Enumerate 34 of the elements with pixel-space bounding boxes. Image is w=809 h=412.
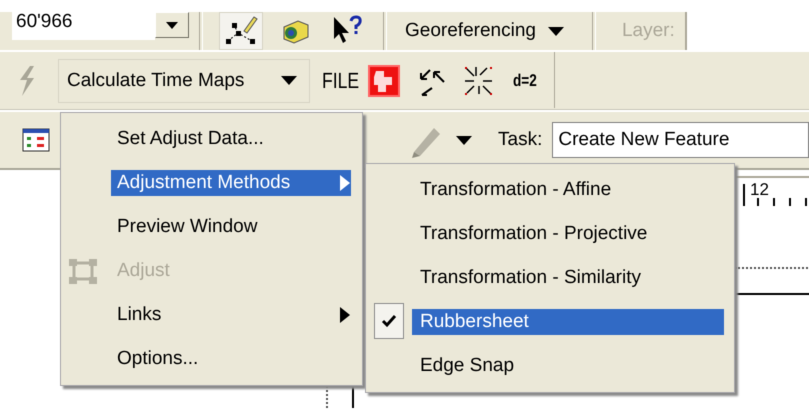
caret-icon: [166, 22, 178, 28]
scale-field[interactable]: 60'966: [12, 12, 155, 40]
layer-field[interactable]: [684, 12, 809, 50]
ruler-ticks: [742, 184, 809, 206]
lightning-icon: [18, 66, 36, 96]
file-label: FILE: [322, 68, 360, 94]
adjust-icon: [69, 259, 99, 285]
menu-item[interactable]: Edge Snap: [412, 353, 724, 379]
dropdown-button[interactable]: [155, 12, 189, 38]
submenu-arrow-icon: [340, 307, 350, 323]
layer-label: Layer:: [622, 19, 675, 43]
menu-item[interactable]: Links: [111, 302, 351, 328]
caret-icon: [548, 26, 564, 36]
menu-item[interactable]: Transformation - Projective: [412, 221, 724, 247]
task-label: Task:: [498, 129, 542, 151]
menu-item[interactable]: Options...: [111, 346, 351, 372]
caret-icon[interactable]: [456, 136, 472, 144]
d-label: d=2: [513, 70, 538, 90]
menu-item[interactable]: Transformation - Affine: [412, 177, 724, 203]
calculate-dropdown[interactable]: Calculate Time Maps: [58, 58, 310, 102]
submenu-arrow-icon: [340, 175, 350, 191]
task-field[interactable]: Create New Feature: [552, 122, 809, 158]
menu-item[interactable]: Set Adjust Data...: [111, 126, 351, 152]
caret-icon: [281, 76, 297, 85]
menu-item[interactable]: Adjustment Methods: [111, 170, 351, 196]
edit-vertices-button[interactable]: [219, 12, 263, 50]
georeferencing-menu[interactable]: Georeferencing: [405, 12, 564, 50]
layer-patch-icon[interactable]: [368, 64, 400, 96]
table-icon[interactable]: [22, 128, 50, 152]
vertices-icon: [224, 15, 258, 47]
ruler-label: 12: [750, 180, 769, 200]
menu-item[interactable]: Transformation - Similarity: [412, 265, 724, 291]
menu-item[interactable]: Preview Window: [111, 214, 351, 240]
menu-item[interactable]: Rubbersheet: [412, 309, 724, 335]
